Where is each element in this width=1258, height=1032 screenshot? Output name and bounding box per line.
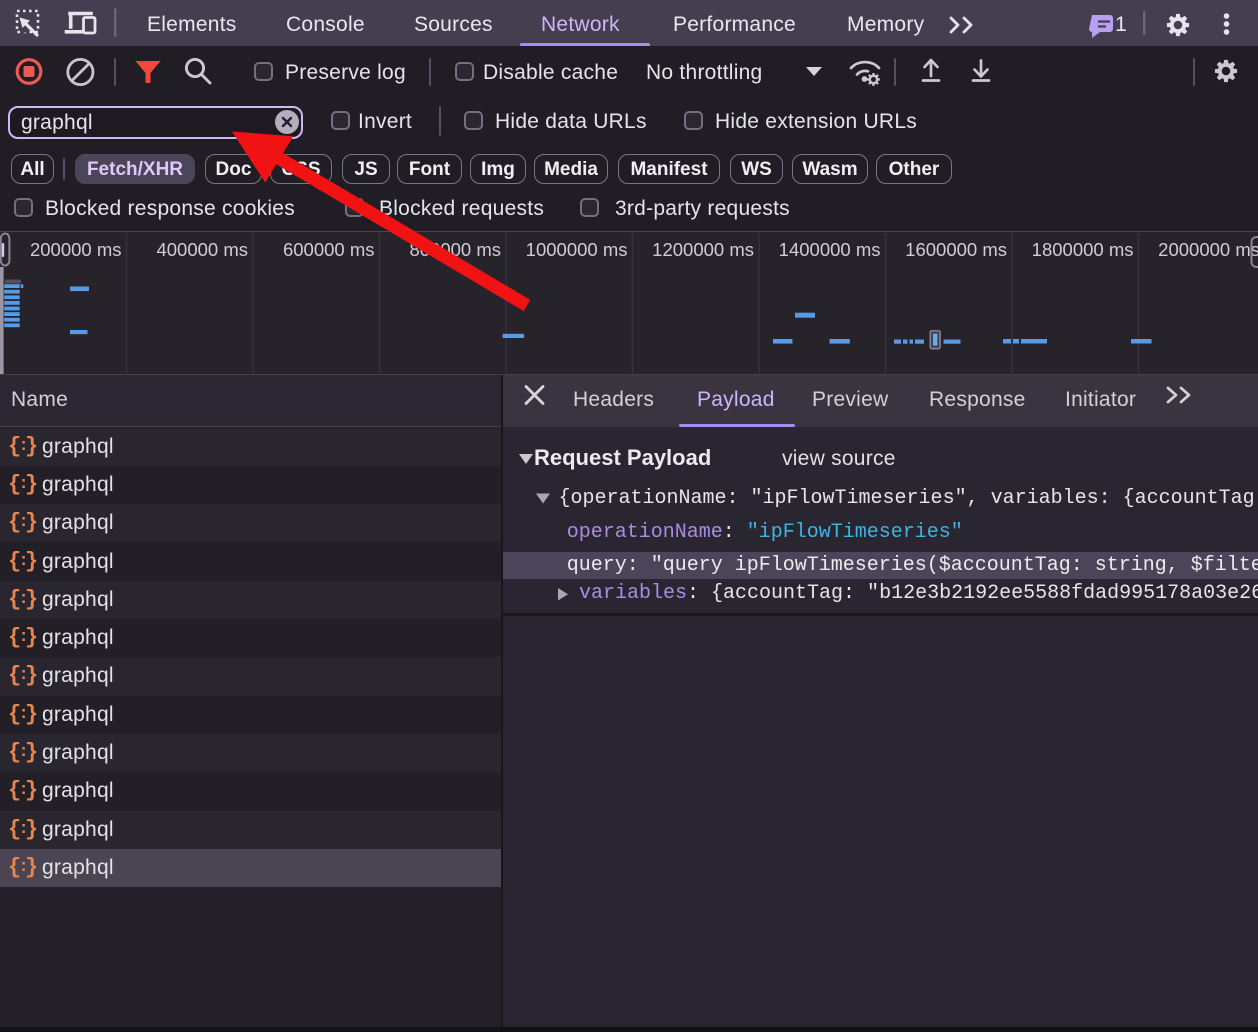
svg-text:200000 ms: 200000 ms — [30, 239, 122, 260]
svg-text:1800000 ms: 1800000 ms — [1032, 239, 1134, 260]
svg-text:800000 ms: 800000 ms — [409, 239, 501, 260]
svg-text:600000 ms: 600000 ms — [283, 239, 375, 260]
svg-text:1200000 ms: 1200000 ms — [652, 239, 754, 260]
svg-text:1000000 ms: 1000000 ms — [526, 239, 628, 260]
svg-text:400000 ms: 400000 ms — [156, 239, 248, 260]
svg-text:1600000 ms: 1600000 ms — [905, 239, 1007, 260]
svg-text:2000000 ms: 2000000 ms — [1158, 239, 1258, 260]
svg-text:1400000 ms: 1400000 ms — [779, 239, 881, 260]
